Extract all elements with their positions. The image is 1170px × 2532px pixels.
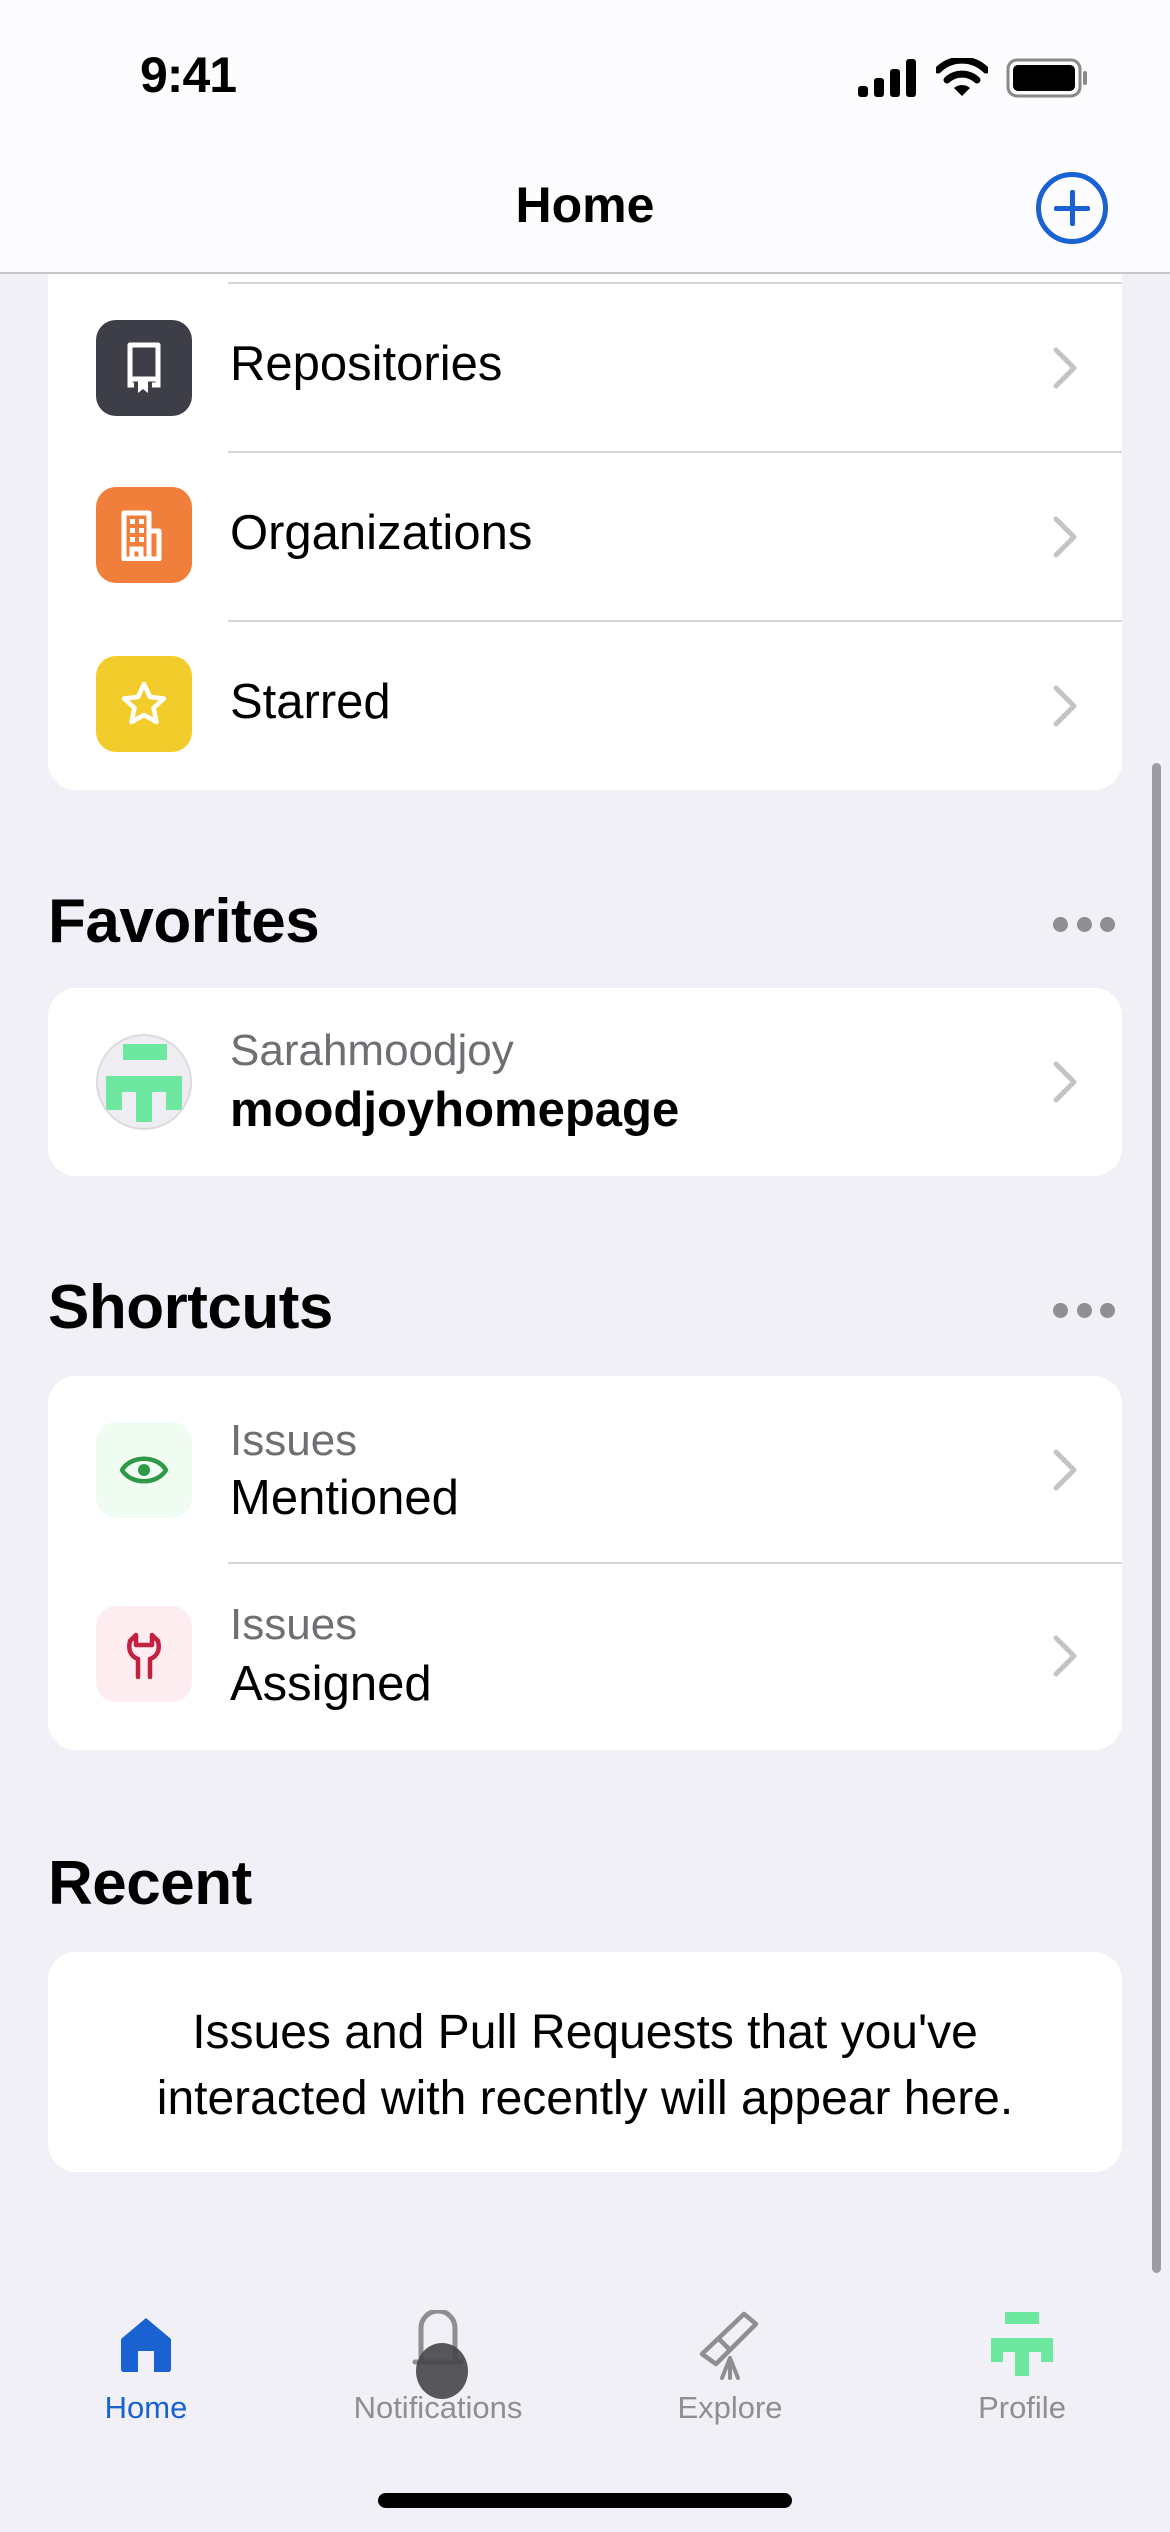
divider [228,451,1122,453]
page-title: Home [515,177,655,233]
ellipsis-icon-dot [1100,916,1115,932]
telescope-icon [690,2304,770,2384]
recent-empty-message: Issues and Pull Requests that you've int… [156,2006,1014,2125]
tab-home[interactable]: Home [26,2280,266,2425]
tab-label: Profile [978,2390,1066,2425]
tab-profile[interactable]: Profile [902,2280,1142,2425]
list-item-label: Organizations [230,506,533,560]
shortcut-type: Issues [230,1416,358,1465]
star-icon [121,681,167,725]
add-button[interactable] [1036,172,1108,244]
favorites-more-button[interactable] [1053,914,1115,934]
shortcut-label: Assigned [230,1657,432,1711]
identicon-avatar [96,1034,192,1130]
favorite-repo-item[interactable]: Sarahmoodjoy moodjoyhomepage [48,988,1122,1176]
repo-owner: Sarahmoodjoy [230,1026,514,1075]
identicon-pattern [106,1044,182,1122]
tab-label: Explore [677,2390,783,2425]
list-item-starred[interactable]: Starred [48,620,1122,790]
shortcut-label: Mentioned [230,1471,459,1525]
my-work-card: Repositories Organizations Starred [48,250,1122,790]
recent-heading: Recent [48,1849,252,1918]
chevron-right-icon [1053,516,1077,558]
cellular-signal-icon [858,59,916,97]
status-icons [858,56,1090,100]
tab-explore[interactable]: Explore [610,2280,850,2425]
ellipsis-icon-dot [1076,1302,1092,1318]
touch-indicator [416,2343,468,2399]
ellipsis-icon-dot [1053,916,1068,932]
shortcuts-heading: Shortcuts [48,1273,333,1342]
chevron-right-icon [1053,685,1077,727]
home-icon [106,2304,186,2384]
shortcut-type: Issues [230,1600,358,1649]
starred-icon-box [96,656,192,752]
home-indicator[interactable] [378,2493,792,2508]
ellipsis-icon-dot [1100,1302,1115,1318]
recent-card: Issues and Pull Requests that you've int… [48,1952,1122,2172]
divider [228,1562,1122,1564]
vertical-scrollbar[interactable] [1152,763,1161,2273]
navigation-header: 9:41 Home [0,0,1170,274]
ellipsis-icon-dot [1053,1302,1068,1318]
list-item-organizations[interactable]: Organizations [48,451,1122,620]
wrench-icon [127,1632,161,1679]
repositories-icon-box [96,320,192,416]
chevron-right-icon [1053,347,1077,389]
favorites-card: Sarahmoodjoy moodjoyhomepage [48,988,1122,1176]
wifi-icon [936,58,988,96]
profile-identicon-icon [982,2304,1062,2384]
divider [228,282,1122,284]
status-time: 9:41 [140,47,237,103]
assigned-icon-box [96,1606,192,1702]
repo-name: moodjoyhomepage [230,1083,680,1137]
organizations-icon-box [96,487,192,583]
list-item-label: Starred [230,675,391,729]
list-item-label: Repositories [230,337,503,391]
organization-building-icon [121,510,162,561]
eye-icon [119,1456,169,1484]
shortcut-issues-mentioned[interactable]: Issues Mentioned [48,1376,1122,1562]
list-item-repositories[interactable]: Repositories [48,282,1122,451]
mentioned-icon-box [96,1422,192,1518]
chevron-right-icon [1053,1449,1077,1491]
divider [228,620,1122,622]
chevron-right-icon [1053,1061,1077,1103]
favorites-heading: Favorites [48,887,320,956]
tab-label: Home [104,2390,188,2425]
shortcut-issues-assigned[interactable]: Issues Assigned [48,1562,1122,1750]
battery-icon [1006,58,1087,98]
ellipsis-icon-dot [1076,916,1092,932]
shortcuts-card: Issues Mentioned Issues Assigned [48,1376,1122,1750]
shortcuts-more-button[interactable] [1053,1300,1115,1320]
repo-book-icon [127,342,161,393]
chevron-right-icon [1053,1635,1077,1677]
